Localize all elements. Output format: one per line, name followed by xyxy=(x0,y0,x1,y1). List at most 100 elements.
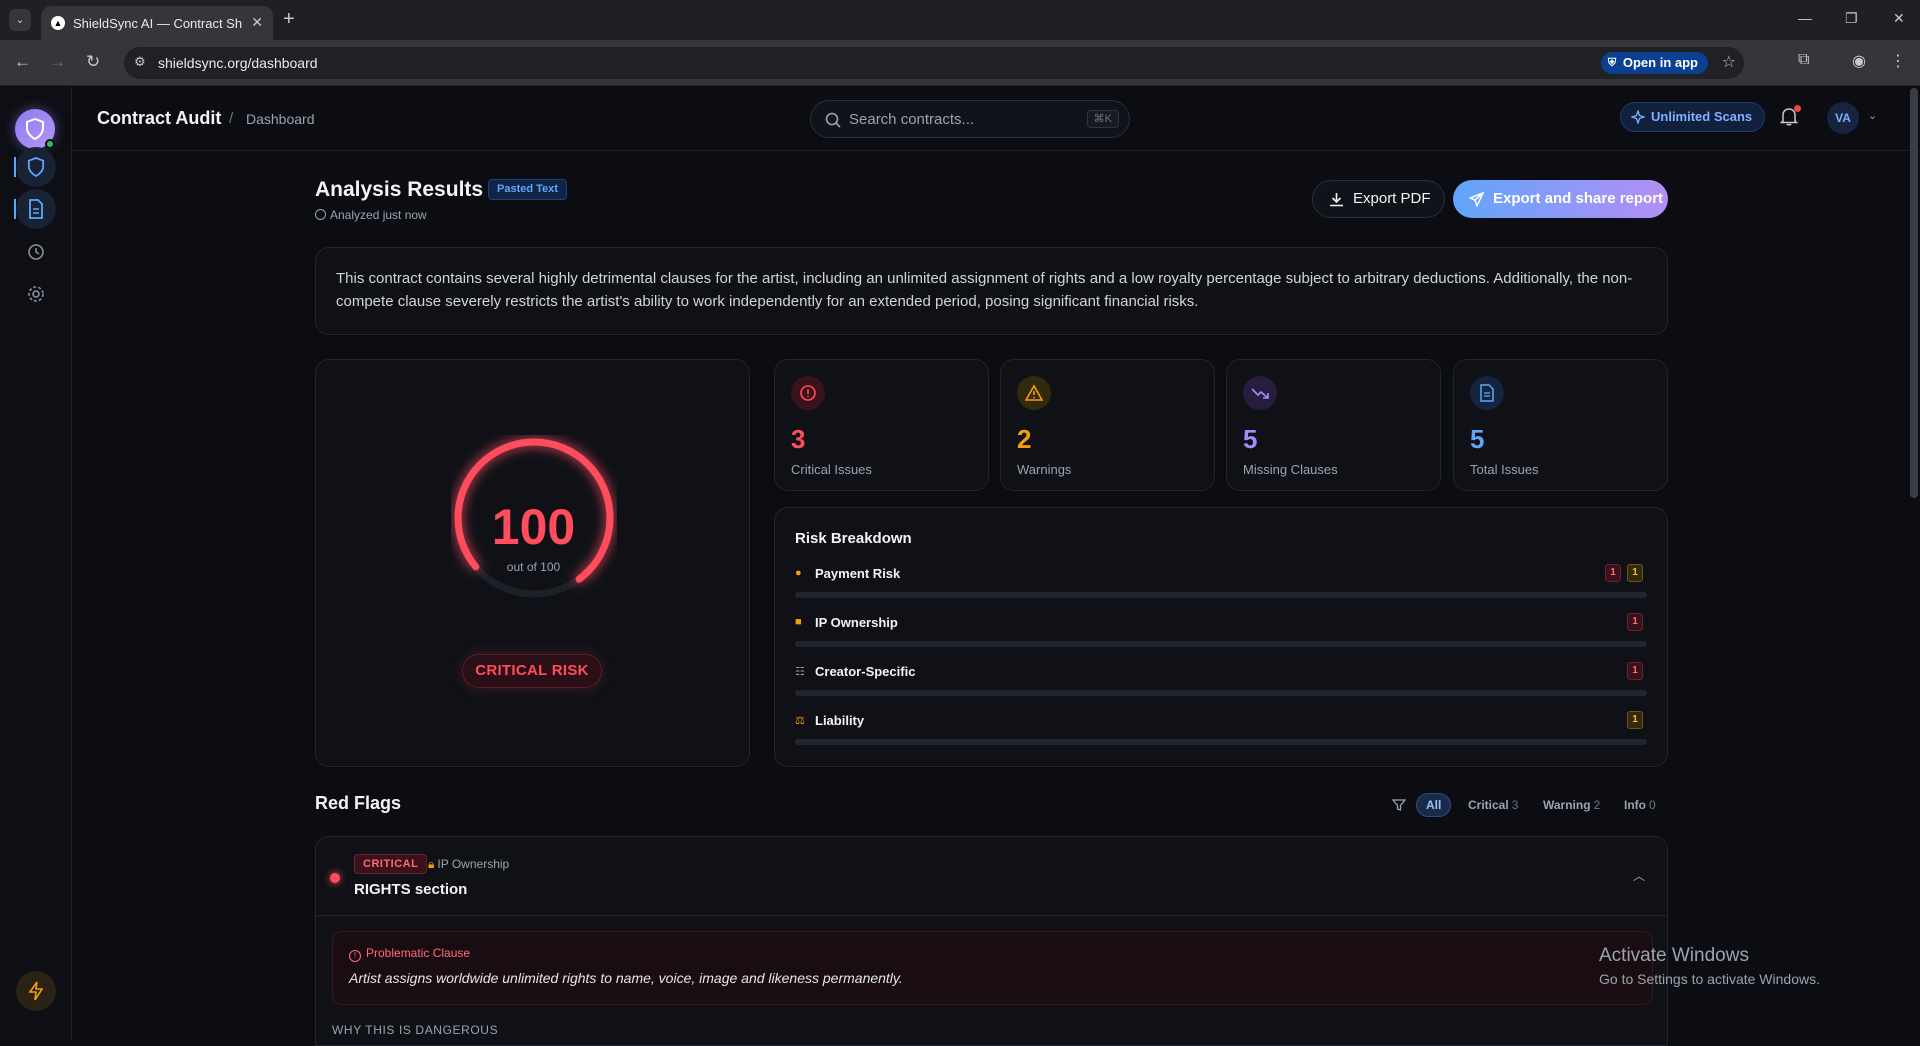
critical-count-badge: 1 xyxy=(1627,662,1643,680)
chevron-up-icon[interactable]: ︿ xyxy=(1633,867,1645,884)
search-shortcut: ⌘K xyxy=(1086,110,1119,128)
breakdown-bar xyxy=(795,592,1647,598)
search-icon xyxy=(825,112,841,128)
filter-warning[interactable]: Warning 2 xyxy=(1543,793,1600,817)
money-bag-icon: ● xyxy=(795,567,802,579)
severity-dot xyxy=(330,873,340,883)
stat-value: 5 xyxy=(1243,424,1258,454)
breakdown-row-creator[interactable]: ☷ Creator-Specific 1 xyxy=(795,662,1647,704)
shield-small-icon: ⛨ xyxy=(1607,57,1617,69)
bookmark-star-icon[interactable]: ☆ xyxy=(1722,52,1736,72)
export-pdf-button[interactable]: Export PDF xyxy=(1312,180,1445,218)
alert-circle-icon xyxy=(791,376,825,410)
page-title: Contract Audit xyxy=(97,108,222,128)
warning-count-badge: 1 xyxy=(1627,711,1643,729)
red-flags-title: Red Flags xyxy=(315,793,402,813)
problematic-clause-box: ! Problematic Clause Artist assigns world… xyxy=(332,931,1653,1005)
avatar[interactable]: VA xyxy=(1827,102,1859,134)
risk-level-badge: CRITICAL RISK xyxy=(462,654,602,688)
red-flag-item: CRITICAL 🔒︎ IP Ownership RIGHTS section ︿… xyxy=(315,836,1668,1046)
sparkle-icon xyxy=(1631,110,1645,124)
breakdown-bar xyxy=(795,690,1647,696)
lightning-icon xyxy=(28,981,44,1001)
extensions-icon[interactable]: ⧉ xyxy=(1798,51,1809,69)
export-share-button[interactable]: Export and share report xyxy=(1453,180,1668,218)
trending-down-icon xyxy=(1243,376,1277,410)
send-icon xyxy=(1469,192,1484,207)
window-close-button[interactable]: ✕ xyxy=(1893,10,1905,27)
tab-close-icon[interactable]: ✕ xyxy=(251,14,263,31)
windows-activation-watermark: Activate Windows Go to Settings to activ… xyxy=(1599,945,1820,987)
risk-score-max: out of 100 xyxy=(506,560,561,574)
sliders-icon: ☷ xyxy=(795,666,805,678)
risk-score-value: 100 xyxy=(491,499,576,555)
clause-text: Artist assigns worldwide unlimited right… xyxy=(349,970,903,986)
clock-icon xyxy=(315,209,326,220)
stat-value: 5 xyxy=(1470,424,1485,454)
stat-value: 3 xyxy=(791,424,806,454)
browser-menu-icon[interactable]: ⋮ xyxy=(1890,51,1906,71)
url-text: shieldsync.org/dashboard xyxy=(158,55,318,71)
chevron-down-icon[interactable]: ⌄ xyxy=(1868,109,1877,122)
risk-breakdown-title: Risk Breakdown xyxy=(795,530,912,547)
site-info-icon[interactable]: ⚙ xyxy=(134,54,146,70)
why-dangerous-heading: WHY THIS IS DANGEROUS xyxy=(332,1023,499,1037)
shield-icon xyxy=(27,157,45,177)
reload-button[interactable]: ↻ xyxy=(86,52,100,72)
restore-button[interactable]: ❐ xyxy=(1845,10,1858,27)
search-input[interactable] xyxy=(849,109,1069,129)
scales-icon: ⚖ xyxy=(795,715,805,727)
stat-label: Missing Clauses xyxy=(1243,462,1338,477)
tab-search-button[interactable]: ⌄ xyxy=(9,9,31,31)
address-bar[interactable]: ⚙ shieldsync.org/dashboard ⛨ Open in app … xyxy=(124,47,1744,79)
stat-critical-issues[interactable]: 3 Critical Issues xyxy=(774,359,989,491)
flag-section: RIGHTS section xyxy=(354,881,468,898)
sidebar-item-history[interactable] xyxy=(16,232,56,272)
stat-label: Critical Issues xyxy=(791,462,872,477)
breakdown-bar xyxy=(795,739,1647,745)
flag-category: 🔒︎ IP Ownership xyxy=(428,857,510,871)
notifications-button[interactable] xyxy=(1779,105,1801,131)
minimize-button[interactable]: — xyxy=(1798,10,1812,26)
favicon-icon: ▲ xyxy=(51,16,65,30)
forward-button[interactable]: → xyxy=(49,52,66,72)
new-tab-button[interactable]: + xyxy=(283,8,295,31)
risk-score-card: 100 out of 100 CRITICAL RISK xyxy=(315,359,750,767)
alert-circle-icon: ! xyxy=(349,950,361,962)
app-logo[interactable] xyxy=(15,109,55,149)
analysis-title: Analysis Results xyxy=(315,178,484,201)
filter-info[interactable]: Info 0 xyxy=(1624,793,1656,817)
warning-triangle-icon xyxy=(1017,376,1051,410)
sidebar-item-shield[interactable] xyxy=(14,147,56,187)
risk-breakdown-card: Risk Breakdown ● Payment Risk 1 1 ■ IP O… xyxy=(774,507,1668,767)
back-button[interactable]: ← xyxy=(14,52,31,72)
sidebar-item-documents[interactable] xyxy=(14,189,56,229)
breakdown-row-ip[interactable]: ■ IP Ownership 1 xyxy=(795,613,1647,655)
search-box[interactable]: ⌘K xyxy=(810,100,1130,138)
open-in-app-button[interactable]: ⛨ Open in app xyxy=(1600,52,1708,74)
stat-label: Total Issues xyxy=(1470,462,1539,477)
sidebar-item-settings[interactable] xyxy=(16,274,56,314)
unlimited-scans-badge[interactable]: Unlimited Scans xyxy=(1620,102,1766,132)
lock-icon: 🔒︎ xyxy=(428,857,435,871)
breakdown-label: Creator-Specific xyxy=(815,664,916,679)
stat-missing-clauses[interactable]: 5 Missing Clauses xyxy=(1226,359,1441,491)
stat-total-issues[interactable]: 5 Total Issues xyxy=(1453,359,1668,491)
stat-warnings[interactable]: 2 Warnings xyxy=(1000,359,1215,491)
upgrade-button[interactable] xyxy=(16,971,56,1011)
filter-critical[interactable]: Critical 3 xyxy=(1468,793,1518,817)
filter-icon[interactable] xyxy=(1391,796,1407,820)
profile-icon[interactable]: ◉ xyxy=(1852,51,1866,71)
main-content: Analysis Results Pasted Text Analyzed ju… xyxy=(72,152,1910,1046)
app-topbar: Contract Audit / Dashboard ⌘K Unlimited … xyxy=(72,87,1920,151)
browser-tab[interactable]: ▲ ShieldSync AI — Contract Shield ✕ xyxy=(41,6,273,40)
breakdown-row-liability[interactable]: ⚖ Liability 1 xyxy=(795,711,1647,753)
breakdown-label: IP Ownership xyxy=(815,615,898,630)
filter-all[interactable]: All xyxy=(1416,793,1452,817)
page-scrollbar[interactable] xyxy=(1910,88,1918,498)
breakdown-label: Payment Risk xyxy=(815,566,901,581)
breakdown-label: Liability xyxy=(815,713,865,728)
breakdown-row-payment[interactable]: ● Payment Risk 1 1 xyxy=(795,564,1647,606)
stat-value: 2 xyxy=(1017,424,1032,454)
breadcrumb-dashboard[interactable]: Dashboard xyxy=(246,111,315,127)
